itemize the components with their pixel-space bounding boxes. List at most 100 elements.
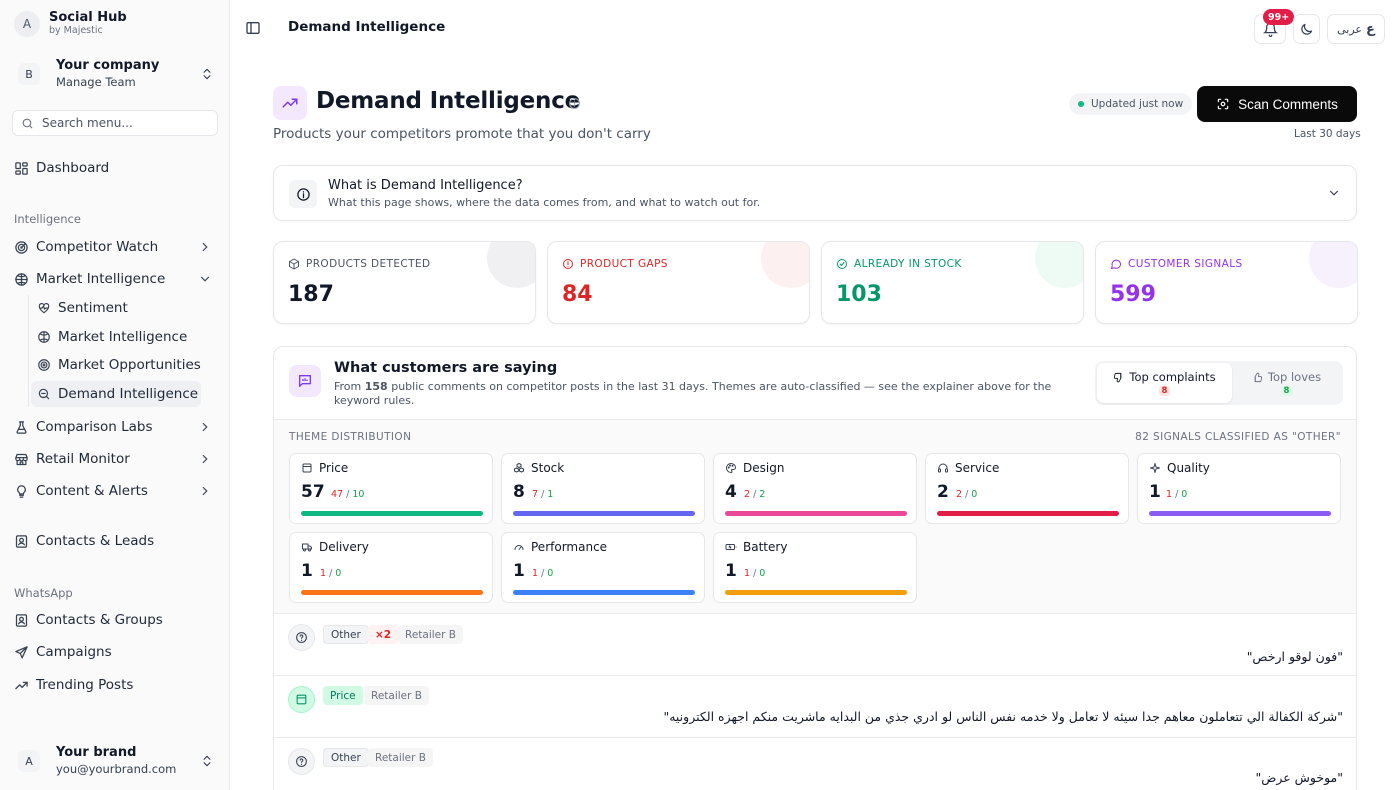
heart-pulse-icon: [38, 303, 50, 314]
app-byline: by Majestic: [49, 25, 103, 36]
voice-subtitle: From 158 public comments on competitor p…: [334, 380, 1094, 409]
theme-card-delivery[interactable]: Delivery 1 1 / 0: [289, 532, 493, 603]
theme-count: 1: [1149, 482, 1161, 502]
sidebar-item-competitor-watch[interactable]: Competitor Watch: [12, 233, 218, 261]
stat-label-text: PRODUCT GAPS: [580, 258, 668, 270]
comment-row[interactable]: Other Retailer B "موخوش عرض": [274, 737, 1356, 790]
stat-label: ALREADY IN STOCK: [836, 258, 962, 270]
sidebar-item-label: Competitor Watch: [36, 239, 159, 255]
theme-card-price[interactable]: Price 57 47 / 10: [289, 453, 493, 524]
section-label-whatsapp: WhatsApp: [14, 586, 73, 600]
language-toggle-button[interactable]: عربى ع: [1327, 14, 1385, 44]
tab-top-complaints[interactable]: Top complaints 8: [1097, 363, 1232, 403]
lightbulb-icon: [17, 484, 26, 498]
theme-name: Delivery: [319, 540, 369, 554]
retailer-tag: Retailer B: [364, 686, 429, 705]
stat-label: PRODUCT GAPS: [562, 258, 668, 270]
theme-card-service[interactable]: Service 2 2 / 0: [925, 453, 1129, 524]
comment-theme-icon-box: [288, 686, 315, 713]
theme-card-battery[interactable]: Battery 1 1 / 0: [713, 532, 917, 603]
sidebar-item-label: Dashboard: [36, 160, 110, 176]
theme-card-design[interactable]: Design 4 2 / 2: [713, 453, 917, 524]
stat-label: PRODUCTS DETECTED: [288, 258, 430, 270]
voice-sub-post: public comments on competitor posts in t…: [334, 380, 1052, 408]
sidebar-item-dashboard[interactable]: Dashboard: [12, 154, 218, 182]
explainer-subtitle: What this page shows, where the data com…: [328, 196, 761, 209]
explainer-accordion[interactable]: What is Demand Intelligence? What this p…: [273, 165, 1357, 221]
explainer-title: What is Demand Intelligence?: [328, 178, 523, 193]
sidebar-item-contacts-groups[interactable]: Contacts & Groups: [12, 606, 218, 634]
stat-card-customer-signals: CUSTOMER SIGNALS 599: [1095, 241, 1358, 324]
sidebar-item-contacts-leads[interactable]: Contacts & Leads: [12, 527, 218, 555]
comment-row[interactable]: Price Retailer B "شركة الكفالة الي تتعام…: [274, 675, 1356, 737]
alert-circle-icon: [563, 259, 573, 269]
theme-card-performance[interactable]: Performance 1 1 / 0: [501, 532, 705, 603]
stat-value: 103: [836, 282, 882, 307]
check-circle-icon: [837, 259, 847, 269]
stat-value: 84: [562, 282, 593, 307]
updated-text: Updated just now: [1091, 98, 1184, 110]
theme-split: 1 / 0: [1166, 489, 1188, 500]
sidebar-item-label: Retail Monitor: [36, 451, 130, 467]
top-bar: Demand Intelligence: [231, 0, 1400, 56]
chevron-right-icon: [202, 422, 208, 432]
stat-value: 187: [288, 282, 334, 307]
positive-count: 0: [759, 568, 766, 579]
sidebar-item-market-intelligence[interactable]: Market Intelligence: [12, 265, 218, 293]
page-icon: [273, 86, 307, 120]
company-switcher[interactable]: B Your company Manage Team: [12, 52, 220, 96]
theme-tag: Other: [323, 625, 369, 644]
brain-icon: [38, 331, 50, 343]
search-input[interactable]: [42, 116, 202, 130]
theme-split: 7 / 1: [532, 489, 554, 500]
comment-text: "موخوش عرض": [1255, 770, 1343, 785]
user-menu[interactable]: A Your brand you@yourbrand.com: [12, 740, 220, 782]
scan-comments-button[interactable]: Scan Comments: [1197, 86, 1357, 122]
positive-count: 1: [547, 489, 554, 500]
tab-top-loves[interactable]: Top loves 8: [1232, 363, 1341, 403]
theme-card-quality[interactable]: Quality 1 1 / 0: [1137, 453, 1341, 524]
gauge-icon: [514, 545, 524, 550]
theme-tag: Other: [323, 748, 369, 767]
sidebar-item-comparison-labs[interactable]: Comparison Labs: [12, 413, 218, 441]
sidebar-subitem-demand-intelligence[interactable]: Demand Intelligence: [31, 381, 201, 407]
theme-split: 47 / 10: [331, 489, 365, 500]
theme-name: Stock: [531, 461, 565, 475]
sidebar-subitem-sentiment[interactable]: Sentiment: [31, 295, 201, 321]
sidebar-item-retail-monitor[interactable]: Retail Monitor: [12, 445, 218, 473]
decor-blob: [1035, 242, 1083, 288]
sidebar-search[interactable]: [12, 110, 218, 136]
theme-count: 4: [725, 482, 737, 502]
complaints-loves-toggle: Top complaints 8 Top loves 8: [1095, 361, 1343, 405]
theme-split: 1 / 0: [532, 568, 554, 579]
date-range-label: Last 30 days: [1294, 128, 1361, 140]
other-signals-label: 82 SIGNALS CLASSIFIED AS "OTHER": [1135, 431, 1341, 443]
theme-split: 1 / 0: [744, 568, 766, 579]
explainer-icon-box: [289, 180, 317, 208]
theme-toggle-button[interactable]: [1293, 14, 1320, 44]
comment-text: "فون لوقو ارخص": [1246, 649, 1343, 664]
sidebar-subitem-market-opportunities[interactable]: Market Opportunities: [31, 352, 201, 378]
stat-label-text: ALREADY IN STOCK: [854, 258, 962, 270]
sidebar-subitem-label: Demand Intelligence: [58, 386, 199, 402]
theme-card-stock[interactable]: Stock 8 7 / 1: [501, 453, 705, 524]
sidebar-item-content-alerts[interactable]: Content & Alerts: [12, 477, 218, 505]
topbar-title: Demand Intelligence: [288, 19, 446, 35]
theme-split: 2 / 0: [956, 489, 978, 500]
truck-icon: [302, 543, 312, 552]
stat-label: CUSTOMER SIGNALS: [1110, 258, 1243, 270]
voice-sub-pre: From: [334, 380, 365, 393]
page-title: Demand Intelligence: [316, 88, 581, 114]
language-label: عربى: [1337, 22, 1362, 36]
sidebar-toggle-icon[interactable]: [245, 20, 261, 36]
sidebar-subitem-market-intelligence[interactable]: Market Intelligence: [31, 324, 201, 350]
sidebar-item-campaigns[interactable]: Campaigns: [12, 638, 218, 666]
theme-name: Service: [955, 461, 1000, 475]
positive-count: 0: [335, 568, 342, 579]
sparkle-icon: [1150, 463, 1160, 473]
app-brand[interactable]: A Social Hub by Majestic: [14, 10, 127, 37]
comment-row[interactable]: Other ×2 Retailer B "فون لوقو ارخص": [274, 613, 1356, 675]
headset-icon: [938, 463, 948, 473]
info-icon[interactable]: [568, 97, 581, 110]
sidebar-item-trending-posts[interactable]: Trending Posts: [12, 671, 218, 699]
